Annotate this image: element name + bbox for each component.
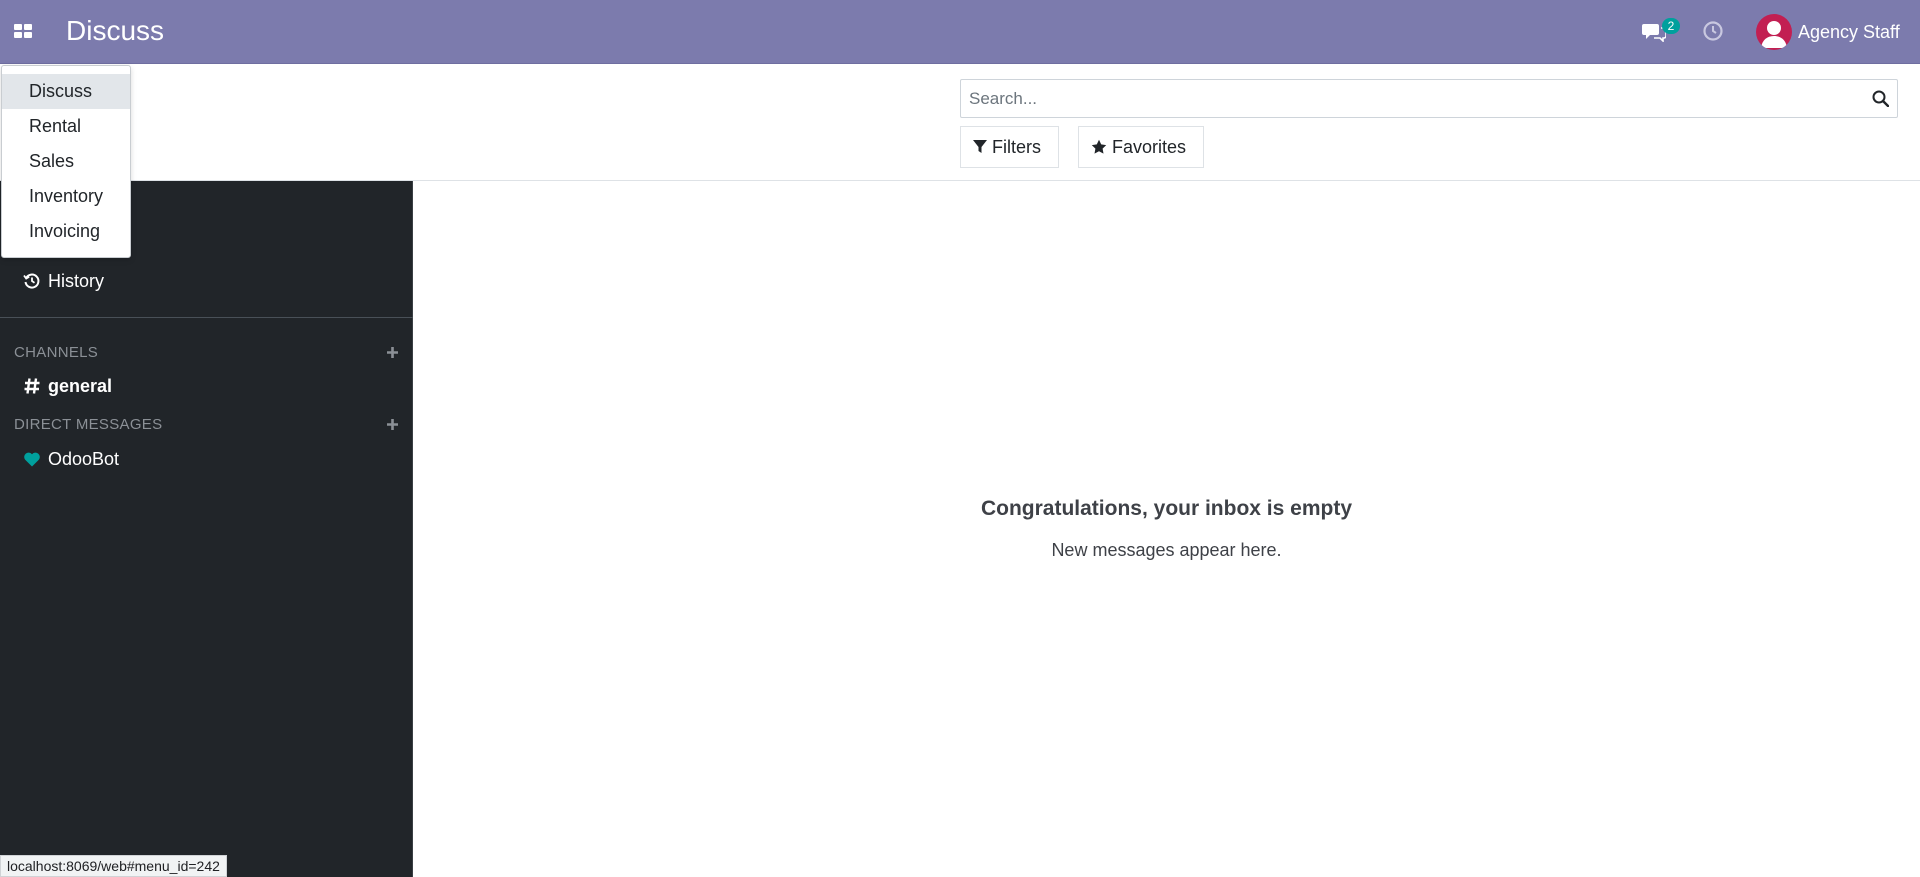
user-menu[interactable]: Agency Staff — [1756, 12, 1900, 52]
search-input[interactable] — [961, 80, 1863, 117]
apps-menu-toggle[interactable] — [10, 18, 36, 44]
filter-icon — [973, 140, 987, 153]
menu-item-discuss[interactable]: Discuss — [2, 74, 130, 109]
history-label: History — [48, 270, 105, 291]
user-avatar-icon — [1761, 21, 1787, 48]
clock-icon — [1703, 21, 1723, 41]
search-button[interactable] — [1863, 80, 1897, 117]
menu-item-sales[interactable]: Sales — [2, 144, 130, 179]
user-name: Agency Staff — [1798, 21, 1900, 42]
messaging-menu[interactable]: 2 — [1640, 18, 1680, 46]
channels-header: CHANNELS — [14, 341, 399, 363]
menu-item-invoicing[interactable]: Invoicing — [2, 214, 130, 249]
empty-inbox-title: Congratulations, your inbox is empty — [980, 497, 1353, 520]
avatar — [1756, 14, 1792, 50]
heart-icon — [22, 451, 42, 467]
add-direct-message-button[interactable] — [386, 418, 399, 431]
menu-item-inventory[interactable]: Inventory — [2, 179, 130, 214]
sidebar-divider — [0, 317, 413, 318]
history-icon — [22, 272, 42, 290]
direct-messages-header: DIRECT MESSAGES — [14, 413, 399, 435]
discuss-sidebar: History CHANNELS general DIRECT MESSAGES — [0, 181, 413, 877]
hash-icon — [22, 377, 42, 395]
app-title[interactable]: Discuss — [66, 13, 164, 49]
top-navbar: Discuss 2 Agency Staff — [0, 0, 1920, 64]
empty-inbox-subtitle: New messages appear here. — [1051, 540, 1282, 560]
menu-item-rental[interactable]: Rental — [2, 109, 130, 144]
channel-item-general[interactable]: general — [0, 368, 413, 404]
search-icon — [1872, 90, 1889, 107]
favorites-button[interactable]: Favorites — [1078, 126, 1204, 168]
unread-count-badge: 2 — [1662, 18, 1680, 34]
browser-status-url: localhost:8069/web#menu_id=242 — [0, 855, 227, 877]
plus-icon — [387, 418, 398, 430]
message-thread-area: Congratulations, your inbox is empty New… — [413, 181, 1920, 877]
channels-title[interactable]: CHANNELS — [14, 344, 98, 361]
sidebar-item-history[interactable]: History — [0, 263, 413, 299]
filters-button[interactable]: Filters — [960, 126, 1059, 168]
control-panel: d Filters Favorites — [0, 64, 1920, 181]
filters-label: Filters — [992, 136, 1041, 157]
dm-label: OdooBot — [48, 448, 120, 469]
search-bar — [960, 79, 1898, 118]
favorites-label: Favorites — [1112, 136, 1187, 157]
activity-menu[interactable] — [1702, 20, 1724, 42]
channel-label: general — [48, 375, 113, 396]
dm-item-odoobot[interactable]: OdooBot — [0, 441, 413, 477]
plus-icon — [387, 346, 398, 358]
direct-messages-title[interactable]: DIRECT MESSAGES — [14, 416, 162, 433]
grid-icon — [14, 24, 32, 38]
apps-dropdown-menu: Discuss Rental Sales Inventory Invoicing — [1, 65, 131, 258]
star-icon — [1091, 139, 1107, 154]
add-channel-button[interactable] — [386, 346, 399, 359]
